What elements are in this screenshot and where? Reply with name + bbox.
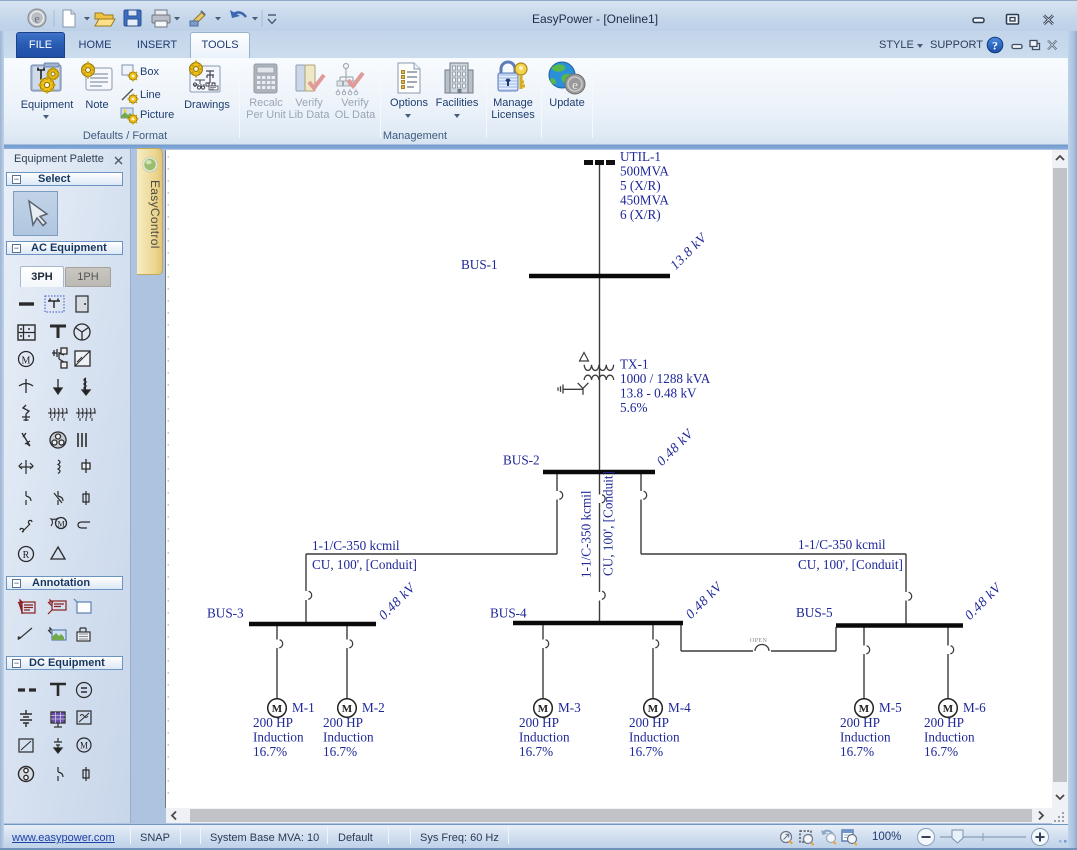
svg-text:200 HP: 200 HP bbox=[840, 715, 880, 730]
svg-text:1-1/C-350 kcmil: 1-1/C-350 kcmil bbox=[312, 538, 400, 553]
svg-text:BUS-3: BUS-3 bbox=[207, 606, 244, 621]
svg-text:13.8 kV: 13.8 kV bbox=[667, 229, 710, 272]
svg-text:M: M bbox=[342, 703, 353, 715]
svg-text:M: M bbox=[943, 703, 954, 715]
svg-text:?: ? bbox=[992, 39, 998, 53]
svg-text:R: R bbox=[23, 550, 30, 561]
svg-text:e: e bbox=[572, 77, 578, 92]
svg-text:e: e bbox=[34, 12, 39, 26]
svg-text:Induction: Induction bbox=[840, 730, 891, 745]
svg-text:16.7%: 16.7% bbox=[253, 744, 287, 759]
svg-text:0.48 kV: 0.48 kV bbox=[654, 425, 697, 468]
svg-text:Induction: Induction bbox=[519, 730, 570, 745]
svg-text:M-3: M-3 bbox=[558, 700, 581, 715]
svg-text:13.8 - 0.48 kV: 13.8 - 0.48 kV bbox=[620, 386, 697, 401]
svg-text:BUS-1: BUS-1 bbox=[461, 257, 498, 272]
svg-text:200 HP: 200 HP bbox=[629, 715, 669, 730]
svg-text:500MVA: 500MVA bbox=[620, 164, 669, 179]
svg-text:5.6%: 5.6% bbox=[620, 400, 647, 415]
svg-text:M: M bbox=[80, 741, 88, 751]
svg-text:1-1/C-350 kcmil: 1-1/C-350 kcmil bbox=[798, 537, 886, 552]
svg-text:200 HP: 200 HP bbox=[253, 715, 293, 730]
svg-text:16.7%: 16.7% bbox=[924, 744, 958, 759]
svg-text:M: M bbox=[859, 703, 870, 715]
svg-text:200 HP: 200 HP bbox=[323, 715, 363, 730]
svg-text:0.48 kV: 0.48 kV bbox=[683, 578, 726, 621]
svg-text:CU, 100', [Conduit]: CU, 100', [Conduit] bbox=[601, 471, 616, 576]
svg-text:450MVA: 450MVA bbox=[620, 193, 669, 208]
svg-text:CU, 100', [Conduit]: CU, 100', [Conduit] bbox=[312, 557, 417, 572]
svg-text:M-2: M-2 bbox=[362, 700, 385, 715]
svg-text:Induction: Induction bbox=[629, 730, 680, 745]
svg-text:200 HP: 200 HP bbox=[519, 715, 559, 730]
svg-text:M-4: M-4 bbox=[668, 700, 691, 715]
svg-text:BUS-4: BUS-4 bbox=[490, 606, 527, 621]
svg-text:16.7%: 16.7% bbox=[840, 744, 874, 759]
svg-text:OPEN: OPEN bbox=[750, 638, 768, 644]
svg-text:1000 / 1288 kVA: 1000 / 1288 kVA bbox=[620, 371, 711, 386]
svg-text:TX-1: TX-1 bbox=[620, 357, 649, 372]
svg-text:Induction: Induction bbox=[924, 730, 975, 745]
svg-text:BUS-2: BUS-2 bbox=[503, 453, 540, 468]
svg-text:M-1: M-1 bbox=[292, 700, 315, 715]
svg-text:0.48 kV: 0.48 kV bbox=[376, 579, 419, 622]
svg-text:UTIL-1: UTIL-1 bbox=[620, 150, 661, 164]
svg-text:16.7%: 16.7% bbox=[629, 744, 663, 759]
svg-text:M: M bbox=[538, 703, 549, 715]
svg-text:M-5: M-5 bbox=[879, 700, 902, 715]
svg-text:Induction: Induction bbox=[323, 730, 374, 745]
svg-text:0.48 kV: 0.48 kV bbox=[962, 579, 1005, 622]
svg-text:M: M bbox=[57, 520, 64, 529]
svg-text:M: M bbox=[648, 703, 659, 715]
svg-text:16.7%: 16.7% bbox=[519, 744, 553, 759]
svg-text:5 (X/R): 5 (X/R) bbox=[620, 178, 661, 193]
svg-text:16.7%: 16.7% bbox=[323, 744, 357, 759]
svg-text:200 HP: 200 HP bbox=[924, 715, 964, 730]
svg-text:6 (X/R): 6 (X/R) bbox=[620, 207, 661, 222]
svg-text:BUS-5: BUS-5 bbox=[796, 605, 833, 620]
svg-text:CU, 100', [Conduit]: CU, 100', [Conduit] bbox=[798, 557, 903, 572]
svg-text:M: M bbox=[22, 356, 31, 367]
svg-text:M-6: M-6 bbox=[963, 700, 986, 715]
svg-text:1-1/C-350 kcmil: 1-1/C-350 kcmil bbox=[579, 490, 594, 578]
svg-text:M: M bbox=[272, 703, 283, 715]
svg-text:Induction: Induction bbox=[253, 730, 304, 745]
